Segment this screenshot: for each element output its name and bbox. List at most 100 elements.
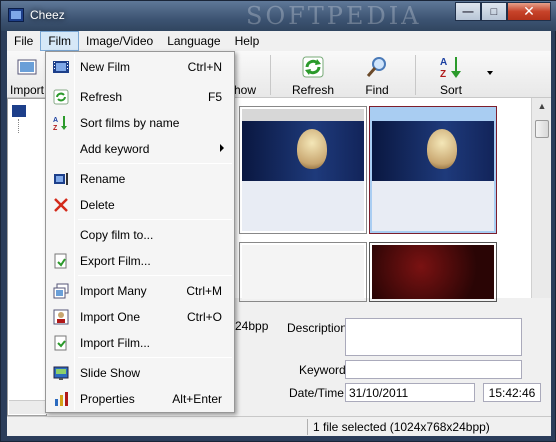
menu-help[interactable]: Help: [228, 31, 267, 51]
window-title: Cheez: [30, 8, 65, 22]
export-icon: [54, 253, 67, 269]
import-film-icon: [54, 335, 67, 351]
menu-separator: [78, 219, 232, 220]
menu-item-copy-film[interactable]: Copy film to...: [48, 224, 232, 246]
menu-language[interactable]: Language: [160, 31, 227, 51]
menu-item-shortcut: F5: [207, 90, 222, 104]
time-field[interactable]: 15:42:46: [483, 383, 541, 402]
film-icon: [53, 61, 69, 73]
menu-item-shortcut: Ctrl+O: [186, 310, 222, 324]
menu-item-rename[interactable]: Rename: [48, 168, 232, 190]
menu-item-import-one[interactable]: Import One Ctrl+O: [48, 306, 232, 328]
sort-az-icon: A Z: [53, 116, 67, 131]
thumbnail-item[interactable]: [239, 106, 367, 234]
status-bar: 1 file selected (1024x768x24bpp): [7, 416, 551, 436]
sort-az-icon: A Z: [440, 57, 461, 79]
menu-item-label: Import Many: [80, 284, 147, 298]
tree-connector: [18, 119, 19, 133]
show-label: how: [233, 83, 256, 97]
import-many-icon: [53, 283, 69, 299]
thumbnail-vertical-scrollbar[interactable]: ▲: [531, 98, 551, 298]
import-button[interactable]: Import: [7, 53, 47, 97]
toolbar-separator: [415, 55, 416, 95]
thumbnail-image: [372, 121, 494, 181]
svg-text:A: A: [440, 57, 447, 68]
sort-dropdown-arrow-icon[interactable]: [487, 71, 493, 75]
watermark-text: SOFTPEDIA: [246, 2, 422, 30]
keywords-field[interactable]: [345, 360, 522, 379]
date-field[interactable]: 31/10/2011: [345, 383, 475, 402]
menu-item-label: Rename: [80, 172, 126, 186]
refresh-icon: [302, 56, 324, 78]
sort-label: Sort: [439, 83, 462, 97]
menu-item-refresh[interactable]: Refresh F5: [48, 86, 232, 108]
film-tree[interactable]: [7, 98, 47, 416]
import-one-icon: [53, 309, 69, 325]
menu-item-shortcut: Ctrl+M: [186, 284, 222, 298]
menu-item-label: Export Film...: [80, 254, 151, 268]
find-label: Find: [365, 83, 389, 97]
datetime-label: Date/Time:: [289, 386, 348, 400]
menu-item-export-film[interactable]: Export Film...: [48, 250, 232, 272]
maximize-button[interactable]: □: [481, 2, 507, 21]
description-field[interactable]: [345, 318, 522, 356]
menu-film[interactable]: Film: [40, 31, 80, 51]
toolbar-separator: [270, 55, 271, 95]
menu-item-label: Slide Show: [80, 366, 141, 380]
tree-horizontal-scrollbar[interactable]: [9, 400, 47, 414]
svg-text:Z: Z: [53, 125, 58, 131]
menu-item-add-keyword[interactable]: Add keyword: [48, 138, 232, 160]
import-label: Import: [9, 83, 44, 97]
menu-item-new-film[interactable]: New Film Ctrl+N: [48, 56, 232, 78]
title-bar[interactable]: Cheez SOFTPEDIA — □ ✕: [1, 1, 556, 31]
menu-bar: File Film Image/Video Language Help: [7, 31, 551, 51]
rename-icon: [54, 173, 68, 185]
properties-icon: [55, 392, 68, 406]
app-film-icon: [8, 8, 24, 22]
menu-file[interactable]: File: [7, 31, 40, 51]
sort-button[interactable]: A Z Sort: [421, 53, 481, 97]
import-icon: [17, 59, 37, 75]
menu-item-delete[interactable]: Delete: [48, 194, 232, 216]
menu-item-slide-show[interactable]: Slide Show: [48, 362, 232, 384]
details-panel: 24bpp Description: Keywords: Date/Time: …: [235, 298, 551, 416]
refresh-icon: [53, 89, 69, 105]
menu-item-label: Delete: [80, 198, 115, 212]
menu-item-import-many[interactable]: Import Many Ctrl+M: [48, 280, 232, 302]
menu-item-properties[interactable]: Properties Alt+Enter: [48, 388, 232, 410]
film-root-icon[interactable]: [12, 105, 26, 117]
scroll-thumb[interactable]: [535, 120, 549, 138]
menu-item-label: Import Film...: [80, 336, 151, 350]
menu-item-label: Import One: [80, 310, 141, 324]
status-separator: [307, 419, 308, 435]
submenu-arrow-icon: [220, 144, 224, 152]
menu-item-label: Refresh: [80, 90, 123, 104]
menu-item-sort-films[interactable]: A Z Sort films by name: [48, 112, 232, 134]
svg-text:A: A: [53, 117, 58, 124]
magnifier-icon: [366, 57, 386, 77]
status-text: 1 file selected (1024x768x24bpp): [313, 420, 490, 434]
thumbnail-item-selected[interactable]: [369, 106, 497, 234]
close-button[interactable]: ✕: [507, 2, 551, 21]
thumbnail-item[interactable]: [239, 242, 367, 302]
description-label: Description:: [287, 321, 351, 335]
menu-item-label: Sort films by name: [80, 116, 180, 130]
minimize-button[interactable]: —: [455, 2, 481, 21]
menu-item-label: Properties: [80, 392, 135, 406]
find-button[interactable]: Find: [347, 53, 407, 97]
delete-icon: [54, 198, 68, 212]
app-window: Cheez SOFTPEDIA — □ ✕ File Film Image/Vi…: [0, 0, 556, 442]
refresh-button[interactable]: Refresh: [283, 53, 343, 97]
menu-item-label: New Film: [80, 60, 130, 74]
scroll-up-icon[interactable]: ▲: [532, 98, 552, 115]
menu-image-video[interactable]: Image/Video: [79, 31, 160, 51]
bpp-fragment: 24bpp: [235, 319, 269, 333]
menu-item-shortcut: Alt+Enter: [172, 392, 222, 406]
slideshow-icon: [53, 366, 69, 380]
menu-separator: [78, 275, 232, 276]
menu-item-import-film[interactable]: Import Film...: [48, 332, 232, 354]
menu-separator: [78, 357, 232, 358]
menu-item-label: Copy film to...: [80, 228, 154, 242]
thumbnail-item[interactable]: [369, 242, 497, 302]
menu-item-label: Add keyword: [80, 142, 150, 156]
